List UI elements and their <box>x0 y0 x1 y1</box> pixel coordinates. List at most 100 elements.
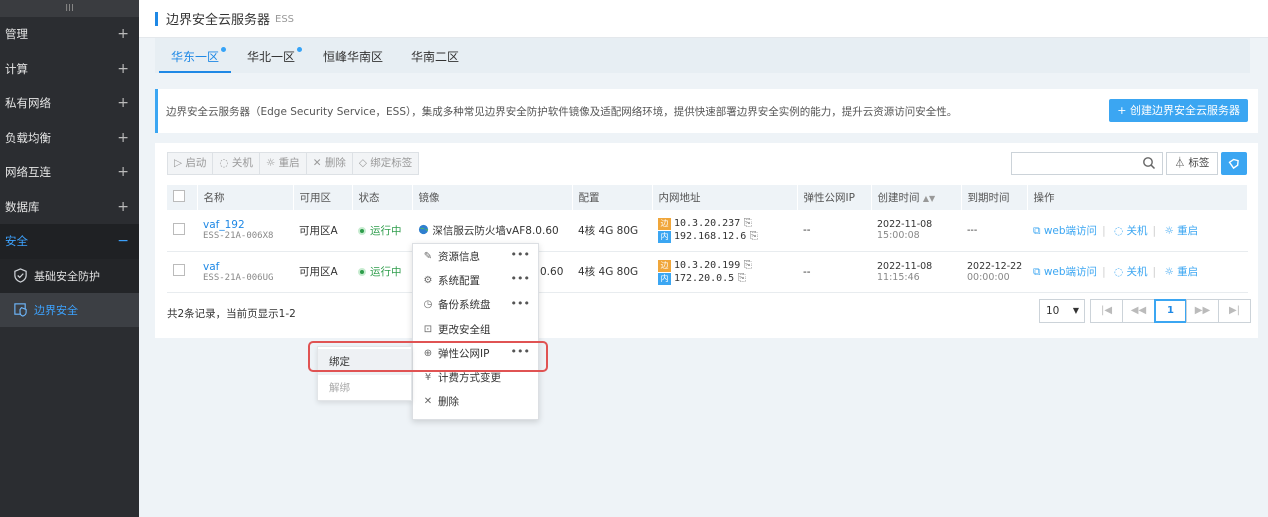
bind-tag-button[interactable]: ◇ 绑定标签 <box>351 152 420 175</box>
last-page-button[interactable]: ▶| <box>1218 299 1251 323</box>
stop-link[interactable]: ◌ 关机 <box>1114 225 1148 237</box>
sidebar-item-interconnect[interactable]: 网络互连 + <box>0 155 139 190</box>
gear-icon: ⚙ <box>423 274 433 286</box>
col-created[interactable]: 创建时间 ▲▼ <box>871 185 962 210</box>
stop-label: 关机 <box>1126 266 1148 278</box>
col-config[interactable]: 配置 <box>572 185 653 210</box>
sort-icon[interactable]: ▲▼ <box>923 194 935 203</box>
copy-icon[interactable]: ⎘ <box>750 230 758 242</box>
sidebar-subitem-border-security[interactable]: 边界安全 <box>0 292 139 327</box>
created-date: 2022-11-08 <box>877 260 933 272</box>
page-size-value: 10 <box>1046 305 1060 317</box>
border-ip: 10.3.20.199 <box>674 259 741 271</box>
tab-east-china-1[interactable]: 华东一区 <box>159 38 232 73</box>
sidebar-subitem-label: 边界安全 <box>34 303 78 317</box>
menu-item-system-config[interactable]: ⚙ 系统配置 ••• <box>413 268 538 292</box>
restart-link[interactable]: ☼ 重启 <box>1164 266 1198 278</box>
col-zone[interactable]: 可用区 <box>293 185 353 210</box>
sidebar-subitem-basic-protection[interactable]: 基础安全防护 <box>0 258 139 293</box>
instance-name-link[interactable]: vaf_192 <box>203 219 293 231</box>
info-banner: 边界安全云服务器（Edge Security Service，ESS），集成多种… <box>155 89 1258 133</box>
created-cell: 2022-11-08 15:00:08 <box>871 210 961 252</box>
copy-icon[interactable]: ⎘ <box>738 272 746 284</box>
row-checkbox[interactable] <box>173 222 185 235</box>
menu-item-label: 更改安全组 <box>438 323 491 336</box>
expire-cell: --- <box>961 210 1027 252</box>
shield-check-icon <box>12 268 28 284</box>
power-icon: ◌ <box>1113 224 1124 237</box>
menu-item-backup-disk[interactable]: ◷ 备份系统盘 ••• <box>413 293 538 317</box>
search-icon[interactable] <box>1142 156 1156 173</box>
copy-icon[interactable]: ⎘ <box>744 259 752 271</box>
eip-cell: -- <box>797 210 871 252</box>
sidebar-item-manage[interactable]: 管理 + <box>0 17 139 52</box>
yen-icon: ¥ <box>424 372 432 384</box>
instance-id: ESS-21A-006UG <box>203 272 274 283</box>
sidebar-item-load-balancing[interactable]: 负载均衡 + <box>0 121 139 156</box>
copy-icon[interactable]: ⎘ <box>744 217 752 229</box>
tab-label: 恒峰华南区 <box>323 50 384 64</box>
table-row: vaf ESS-21A-006UG 可用区A 运行中 0.60 4核 4G 80G… <box>167 251 1248 293</box>
instance-name-link[interactable]: vaf <box>203 261 293 273</box>
sidebar-item-database[interactable]: 数据库 + <box>0 190 139 225</box>
page-header: 边界安全云服务器 ESS <box>139 0 1268 38</box>
col-status[interactable]: 状态 <box>352 185 413 210</box>
stop-link[interactable]: ◌ 关机 <box>1114 266 1148 278</box>
menu-item-billing-change[interactable]: ¥ 计费方式变更 <box>413 365 538 389</box>
page-subtitle: ESS <box>275 14 295 25</box>
running-status-icon <box>358 226 366 235</box>
collapse-icon: − <box>117 233 129 250</box>
menu-item-resource-info[interactable]: ✎ 资源信息 ••• <box>413 244 538 268</box>
sidebar: III 管理 + 计算 + 私有网络 + 负载均衡 + 网络互连 + 数据库 + 安全 − 基… <box>0 0 139 517</box>
search-input[interactable] <box>1011 152 1163 175</box>
sidebar-item-private-network[interactable]: 私有网络 + <box>0 86 139 121</box>
menu-item-elastic-ip[interactable]: ⊕ 弹性公网IP ••• <box>413 341 538 365</box>
sidebar-item-label: 安全 <box>5 234 28 249</box>
submenu-item-unbind[interactable]: 解绑 <box>318 375 411 401</box>
stop-button[interactable]: ◌ 关机 <box>212 152 260 175</box>
tag-filter-label: 标签 <box>1188 157 1210 169</box>
restart-link[interactable]: ☼ 重启 <box>1164 225 1198 237</box>
prev-page-button[interactable]: ◀◀ <box>1122 299 1155 323</box>
restart-button[interactable]: ☼ 重启 <box>258 152 307 175</box>
tab-hengfeng-south[interactable]: 恒峰华南区 <box>311 38 395 73</box>
web-access-link[interactable]: ⧉ web端访问 <box>1033 266 1097 278</box>
delete-button[interactable]: ✕ 删除 <box>305 152 353 175</box>
tab-north-china-1[interactable]: 华北一区 <box>235 38 307 73</box>
menu-item-label: 系统配置 <box>438 274 480 287</box>
row-select-cell <box>167 210 197 252</box>
action-separator: | <box>1102 224 1106 237</box>
select-all-cell <box>167 185 198 210</box>
instance-panel: ▷ 启动 ◌ 关机 ☼ 重启 ✕ 删除 ◇ 绑定标签 ⏃ 标签 名称 可用区 状… <box>155 143 1258 338</box>
web-access-link[interactable]: ⧉ web端访问 <box>1033 225 1097 237</box>
sidebar-item-security[interactable]: 安全 − <box>0 224 139 259</box>
tag-filter-button[interactable]: ⏃ 标签 <box>1166 152 1218 175</box>
next-page-button[interactable]: ▶▶ <box>1186 299 1219 323</box>
current-page-button[interactable]: 1 <box>1154 299 1187 323</box>
sidebar-item-compute[interactable]: 计算 + <box>0 52 139 87</box>
tag-settings-button[interactable] <box>1221 152 1247 175</box>
select-all-checkbox[interactable] <box>173 190 185 202</box>
status-text: 运行中 <box>370 266 402 278</box>
more-icon: ••• <box>510 272 530 286</box>
col-private-ip[interactable]: 内网地址 <box>652 185 798 210</box>
menu-item-change-security-group[interactable]: ⊡ 更改安全组 <box>413 317 538 341</box>
menu-item-delete[interactable]: ✕ 删除 <box>413 390 538 414</box>
sidebar-collapse-handle[interactable]: III <box>0 0 139 17</box>
tab-south-china-2[interactable]: 华南二区 <box>399 38 471 73</box>
create-ess-button[interactable]: + 创建边界安全云服务器 <box>1109 99 1248 122</box>
col-eip[interactable]: 弹性公网IP <box>797 185 872 210</box>
col-name[interactable]: 名称 <box>197 185 294 210</box>
start-button[interactable]: ▷ 启动 <box>167 152 214 175</box>
first-page-button[interactable]: |◀ <box>1090 299 1123 323</box>
col-image[interactable]: 镜像 <box>412 185 573 210</box>
col-expire[interactable]: 到期时间 <box>961 185 1028 210</box>
page-size-select[interactable]: 10 ▼ <box>1039 299 1085 323</box>
tab-label: 华北一区 <box>247 50 296 64</box>
tab-label: 华南二区 <box>411 50 460 64</box>
border-ip-badge: 边 <box>658 218 671 231</box>
submenu-item-bind[interactable]: 绑定 <box>318 349 411 375</box>
row-checkbox[interactable] <box>173 264 185 276</box>
table-row: vaf_192 ESS-21A-006X8 可用区A 运行中 深信服云防火墙vAF… <box>167 210 1248 252</box>
more-icon: ••• <box>510 345 530 359</box>
